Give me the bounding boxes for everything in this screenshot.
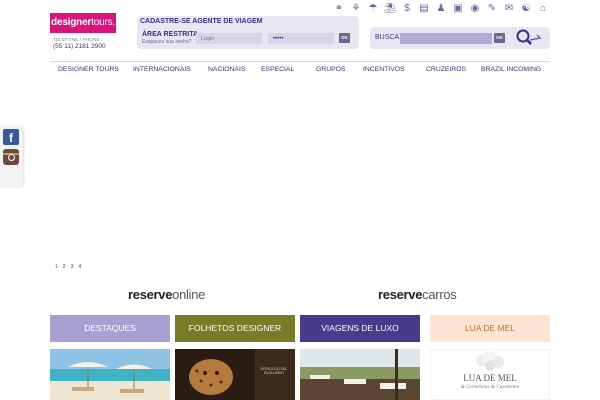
pager-dot[interactable]: 1 bbox=[55, 264, 58, 270]
main-nav: DESIGNER TOURS INTERNACIONAIS NACIONAIS … bbox=[50, 61, 550, 81]
reserve-cars-bold: reserve bbox=[378, 287, 423, 302]
tile-header[interactable]: DESTAQUES bbox=[50, 315, 170, 342]
nav-internacionais[interactable]: INTERNACIONAIS bbox=[133, 66, 191, 73]
restricted-area-title: ÁREA RESTRITA bbox=[142, 31, 198, 38]
document-icon[interactable]: ▤ bbox=[417, 2, 431, 16]
beach-image[interactable] bbox=[50, 349, 170, 400]
nav-especial[interactable]: ESPECIAL bbox=[261, 66, 294, 73]
phone-number: (55 11) 2181 2900 bbox=[53, 43, 106, 50]
reserve-cars-light: carros bbox=[422, 287, 457, 302]
nav-brazil-incoming[interactable]: BRAZIL INCOMING bbox=[481, 66, 541, 73]
globe-icon[interactable]: ◉ bbox=[468, 2, 482, 16]
tile-lua-de-mel[interactable]: LUA DE MEL LUA DE MEL & Cerimônias de Ca… bbox=[430, 315, 550, 400]
pen-icon[interactable]: ✎ bbox=[485, 2, 499, 16]
handshake-icon[interactable]: ⚭ bbox=[332, 2, 346, 16]
facebook-icon[interactable]: f bbox=[3, 129, 19, 145]
brochure-caption: ÁFRICA DO SUL EXCLUSIVO bbox=[260, 367, 288, 375]
umbrella-icon[interactable]: ⛱ bbox=[383, 2, 397, 16]
designer-tours-logo[interactable]: designertours. bbox=[50, 13, 116, 33]
tile-header[interactable]: VIAGENS DE LUXO bbox=[300, 315, 420, 342]
top-icon-bar: ⚭ ⚘ ☂ ⛱ $ ▤ ♟ ▣ ◉ ✎ ✉ ☯ ⌂ bbox=[330, 1, 550, 16]
nav-nacionais[interactable]: NACIONAIS bbox=[208, 66, 245, 73]
nav-incentivos[interactable]: INCENTIVOS bbox=[363, 66, 405, 73]
dollar-icon[interactable]: $ bbox=[400, 2, 414, 16]
palm-tree-icon[interactable]: ⚘ bbox=[349, 2, 363, 16]
pager-dot[interactable]: 2 bbox=[63, 264, 66, 270]
reserve-cars-link[interactable]: reservecarros bbox=[378, 287, 457, 302]
home-icon[interactable]: ⌂ bbox=[536, 2, 550, 16]
login-input[interactable] bbox=[196, 33, 262, 44]
pager-dot[interactable]: 4 bbox=[78, 264, 81, 270]
people-icon[interactable]: ☯ bbox=[519, 2, 533, 16]
facebook-icon[interactable]: ▣ bbox=[451, 2, 465, 16]
login-ok-button[interactable]: OK bbox=[339, 33, 350, 43]
nav-cruzeiros[interactable]: CRUZEIROS bbox=[426, 66, 466, 73]
search-input[interactable] bbox=[400, 33, 492, 44]
slider-pager: 1 2 3 4 bbox=[55, 264, 81, 270]
nav-grupos[interactable]: GRUPOS bbox=[316, 66, 345, 73]
phone-label: TELEFONE / PHONE bbox=[53, 37, 100, 42]
password-input[interactable] bbox=[268, 33, 334, 44]
mail-icon[interactable]: ✉ bbox=[502, 2, 516, 16]
safari-dinner-image[interactable] bbox=[300, 349, 420, 400]
nav-designer-tours[interactable]: DESIGNER TOURS bbox=[58, 66, 119, 73]
magnifier-icon[interactable] bbox=[514, 28, 544, 48]
tile-header[interactable]: LUA DE MEL bbox=[430, 315, 550, 342]
agent-login-panel: CADASTRE-SE AGENTE DE VIAGEM ÁREA RESTRI… bbox=[137, 16, 359, 49]
tile-header[interactable]: FOLHETOS DESIGNER bbox=[175, 315, 295, 342]
parachute-icon[interactable]: ☂ bbox=[366, 2, 380, 16]
search-panel: BUSCA OK bbox=[370, 27, 550, 49]
person-icon[interactable]: ♟ bbox=[434, 2, 448, 16]
honeymoon-subtitle: & Cerimônias de Casamento bbox=[460, 385, 520, 390]
register-agent-link[interactable]: CADASTRE-SE AGENTE DE VIAGEM bbox=[140, 18, 263, 25]
tile-destaques[interactable]: DESTAQUES bbox=[50, 315, 170, 400]
search-ok-button[interactable]: OK bbox=[494, 33, 505, 43]
leopard-image[interactable]: ÁFRICA DO SUL EXCLUSIVO bbox=[175, 349, 295, 400]
honeymoon-title: LUA DE MEL bbox=[463, 373, 517, 383]
tile-viagens-de-luxo[interactable]: VIAGENS DE LUXO bbox=[300, 315, 420, 400]
tile-folhetos-designer[interactable]: FOLHETOS DESIGNER ÁFRICA DO SUL EXCLUSIV… bbox=[175, 315, 295, 400]
reserve-online-link[interactable]: reserveonline bbox=[128, 287, 205, 302]
reserve-online-light: online bbox=[172, 287, 206, 302]
logo-bold-text: designer bbox=[51, 17, 92, 28]
search-label: BUSCA bbox=[375, 34, 400, 41]
logo-light-text: tours. bbox=[91, 17, 115, 28]
instagram-icon[interactable] bbox=[3, 149, 19, 165]
honeymoon-image[interactable]: LUA DE MEL & Cerimônias de Casamento bbox=[430, 349, 550, 400]
reserve-online-bold: reserve bbox=[128, 287, 173, 302]
pager-dot[interactable]: 3 bbox=[71, 264, 74, 270]
forgot-password-link[interactable]: Esqueceu sua senha? bbox=[142, 39, 191, 45]
social-sidebar: f bbox=[0, 126, 23, 187]
